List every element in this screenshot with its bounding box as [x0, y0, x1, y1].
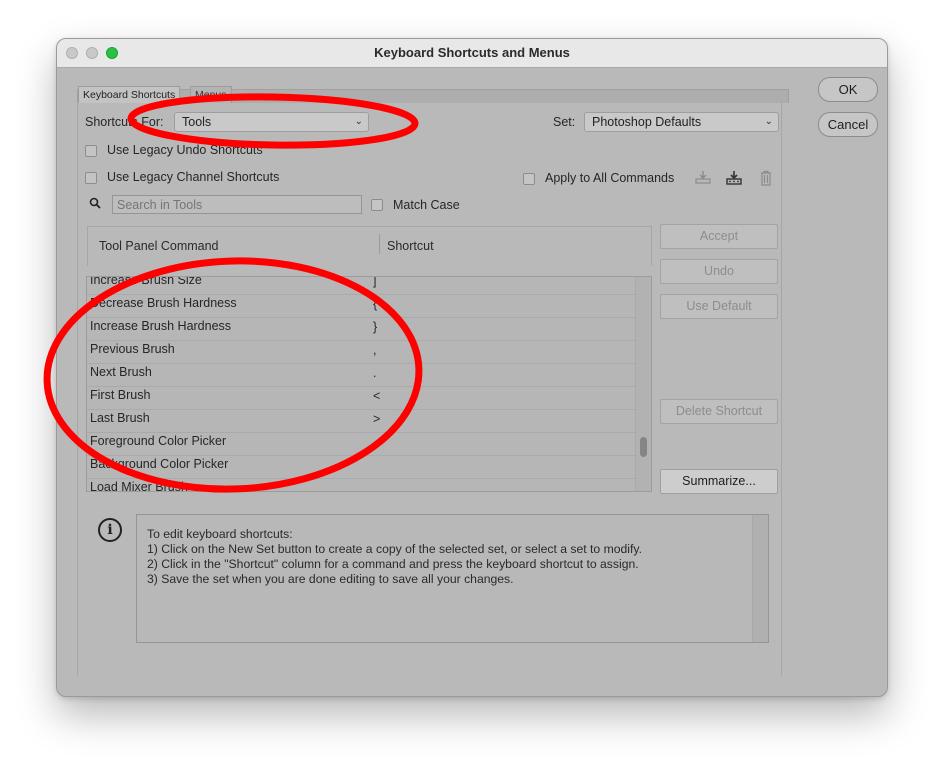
cancel-button[interactable]: Cancel [818, 112, 878, 137]
delete-set-icon[interactable] [757, 170, 775, 188]
legacy-undo-checkbox[interactable] [85, 145, 97, 157]
window-title: Keyboard Shortcuts and Menus [374, 45, 570, 60]
table-row[interactable]: Previous Brush , [87, 341, 635, 364]
command-cell: First Brush [90, 388, 151, 402]
info-icon: i [98, 518, 122, 542]
column-header-shortcut[interactable]: Shortcut [387, 239, 434, 253]
column-divider [379, 234, 380, 254]
legacy-channel-label: Use Legacy Channel Shortcuts [107, 170, 280, 184]
command-cell: Last Brush [90, 411, 150, 425]
table-row[interactable]: Increase Brush Size ] [87, 276, 635, 295]
accept-button[interactable]: Accept [660, 224, 778, 249]
keyboard-shortcuts-dialog: Keyboard Shortcuts and Menus Keyboard Sh… [56, 38, 888, 697]
command-cell: Increase Brush Hardness [90, 319, 232, 333]
tab-strip [77, 89, 789, 103]
command-cell: Foreground Color Picker [90, 434, 227, 448]
save-set-icon[interactable] [694, 170, 712, 188]
command-cell: Load Mixer Brush [90, 480, 188, 492]
table-row[interactable]: Next Brush . [87, 364, 635, 387]
command-cell: Decrease Brush Hardness [90, 296, 237, 310]
apply-all-checkbox[interactable] [523, 173, 535, 185]
instruction-line: 3) Save the set when you are done editin… [147, 572, 514, 586]
legacy-undo-label: Use Legacy Undo Shortcuts [107, 143, 263, 157]
table-row[interactable]: Foreground Color Picker [87, 433, 635, 456]
table-header: Tool Panel Command Shortcut [87, 226, 652, 266]
table-row[interactable]: First Brush < [87, 387, 635, 410]
chevron-down-icon: ⌄ [354, 116, 363, 127]
new-set-icon[interactable] [725, 170, 743, 188]
set-label: Set: [553, 115, 576, 129]
set-select[interactable]: Photoshop Defaults ⌄ [584, 112, 779, 132]
summarize-button[interactable]: Summarize... [660, 469, 778, 494]
table-row[interactable]: Increase Brush Hardness } [87, 318, 635, 341]
shortcut-cell[interactable]: . [373, 366, 376, 380]
instruction-line: 1) Click on the New Set button to create… [147, 542, 642, 556]
table-row[interactable]: Last Brush > [87, 410, 635, 433]
search-input[interactable] [112, 195, 362, 214]
shortcut-cell[interactable]: < [373, 389, 380, 403]
scrollbar-thumb[interactable] [640, 437, 647, 457]
shortcut-cell[interactable]: { [373, 297, 377, 311]
table-row[interactable]: Decrease Brush Hardness { [87, 295, 635, 318]
chevron-down-icon: ⌄ [764, 116, 773, 127]
table-row[interactable]: Background Color Picker [87, 456, 635, 479]
instructions-scrollbar[interactable] [752, 515, 768, 642]
ok-button[interactable]: OK [818, 77, 878, 102]
command-cell: Background Color Picker [90, 457, 229, 471]
instructions-box: To edit keyboard shortcuts: 1) Click on … [136, 514, 769, 643]
shortcut-cell[interactable]: } [373, 320, 377, 334]
delete-shortcut-button[interactable]: Delete Shortcut [660, 399, 778, 424]
shortcuts-for-label: Shortcuts For: [85, 115, 164, 129]
command-cell: Next Brush [90, 365, 152, 379]
shortcut-list: Increase Brush Size ] Decrease Brush Har… [86, 276, 652, 492]
match-case-checkbox[interactable] [371, 199, 383, 211]
apply-all-label: Apply to All Commands [545, 171, 675, 185]
set-value: Photoshop Defaults [592, 115, 702, 129]
search-icon [89, 197, 103, 211]
match-case-label: Match Case [393, 198, 460, 212]
shortcut-cell[interactable]: , [373, 343, 376, 357]
tab-keyboard-shortcuts[interactable]: Keyboard Shortcuts [78, 86, 181, 103]
undo-button[interactable]: Undo [660, 259, 778, 284]
shortcut-cell[interactable]: > [373, 412, 380, 426]
column-header-command[interactable]: Tool Panel Command [99, 239, 219, 253]
instruction-line: To edit keyboard shortcuts: [147, 527, 293, 541]
table-row[interactable]: Load Mixer Brush [87, 479, 635, 492]
command-cell: Increase Brush Size [90, 276, 202, 287]
command-cell: Previous Brush [90, 342, 175, 356]
tab-menus[interactable]: Menus [190, 86, 232, 103]
use-default-button[interactable]: Use Default [660, 294, 778, 319]
instruction-line: 2) Click in the "Shortcut" column for a … [147, 557, 639, 571]
shortcuts-for-value: Tools [182, 115, 212, 129]
shortcut-cell[interactable]: ] [373, 277, 376, 288]
title-bar: Keyboard Shortcuts and Menus [57, 39, 887, 68]
list-scrollbar[interactable] [635, 277, 651, 491]
shortcuts-for-select[interactable]: Tools ⌄ [174, 112, 369, 132]
legacy-channel-checkbox[interactable] [85, 172, 97, 184]
